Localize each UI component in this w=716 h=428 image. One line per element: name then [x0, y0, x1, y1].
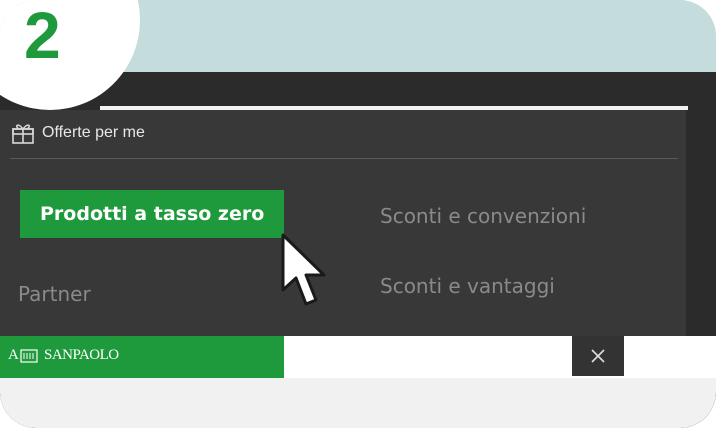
brand-name: SANPAOLO — [44, 347, 119, 363]
menu-item-sconti-convenzioni[interactable]: Sconti e convenzioni — [380, 204, 586, 228]
close-icon — [591, 349, 605, 363]
gift-icon — [12, 120, 34, 144]
step-number: 2 — [24, 0, 61, 72]
brand-bar: A SANPAOLO — [0, 336, 284, 378]
close-button[interactable] — [572, 336, 624, 376]
offers-menu-header[interactable]: Offerte per me — [0, 110, 686, 158]
menu-item-partner[interactable]: Partner — [18, 282, 91, 306]
mouse-pointer-icon — [280, 232, 334, 312]
page-lower-area — [0, 378, 716, 428]
bank-logo-icon — [20, 349, 38, 363]
menu-item-sconti-vantaggi[interactable]: Sconti e vantaggi — [380, 274, 555, 298]
menu-divider — [10, 158, 678, 159]
brand-strip: A SANPAOLO — [0, 336, 716, 378]
offers-header-label: Offerte per me — [42, 124, 145, 141]
menu-item-prodotti-tasso-zero[interactable]: Prodotti a tasso zero — [20, 190, 285, 238]
offers-menu-panel: Offerte per me Prodotti a tasso zero Sco… — [0, 110, 686, 336]
tutorial-card: Offerte per me Prodotti a tasso zero Sco… — [0, 0, 716, 428]
brand-prefix: A — [8, 347, 19, 363]
